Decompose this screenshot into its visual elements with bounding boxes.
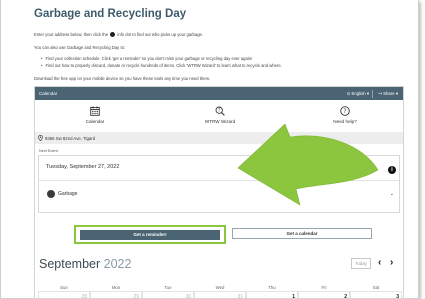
curved-arrow-icon [237, 123, 379, 206]
green-arrow-overlay [237, 123, 379, 206]
